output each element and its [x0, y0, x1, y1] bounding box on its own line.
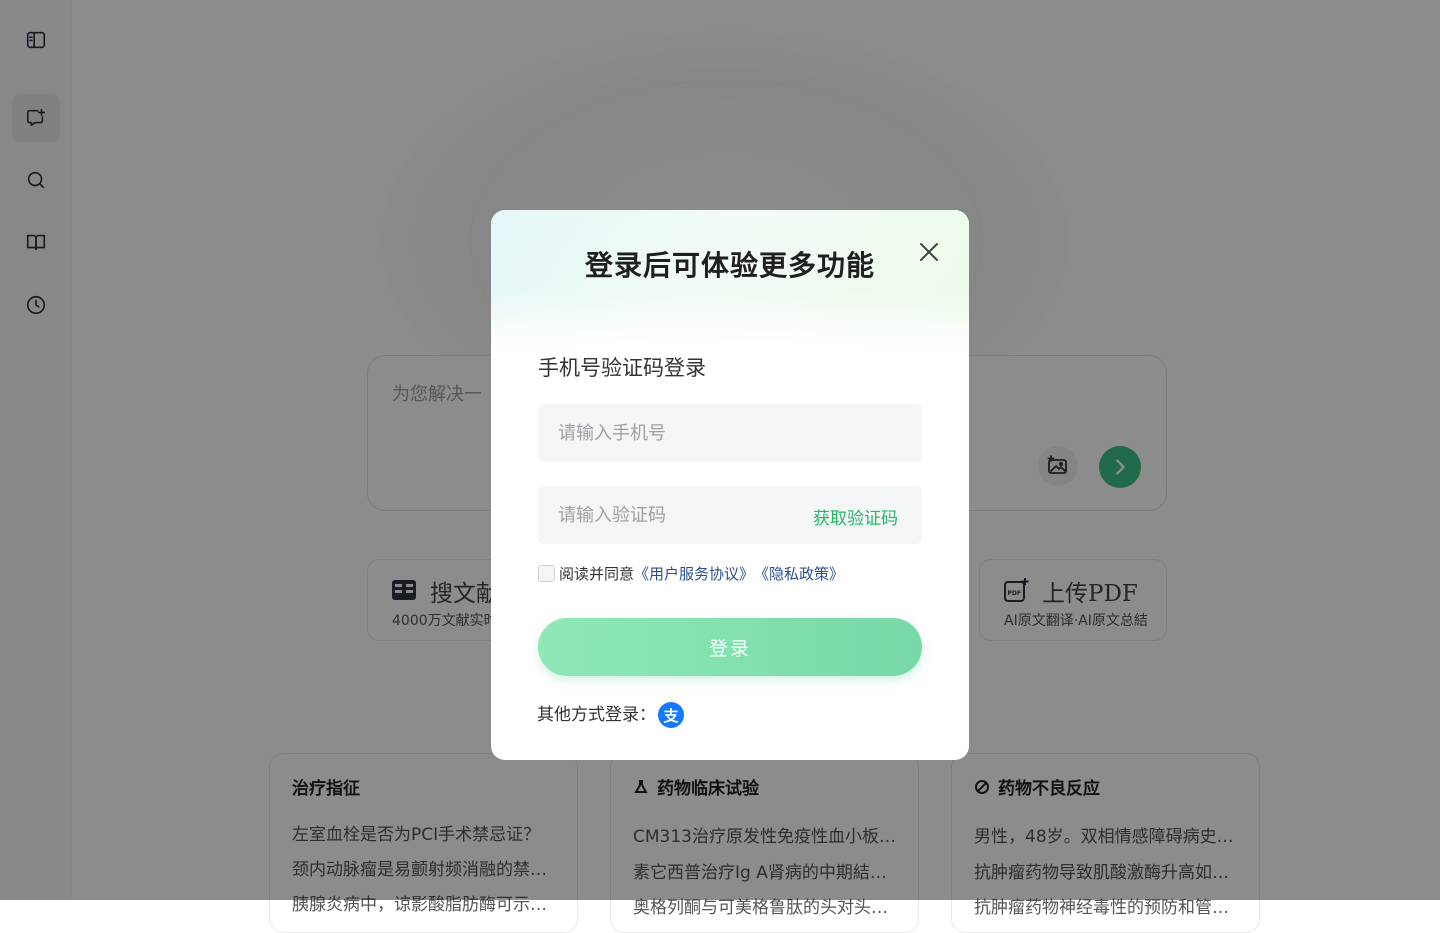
- login-button[interactable]: 登录: [538, 618, 922, 676]
- privacy-link[interactable]: 《隐私政策》: [754, 563, 844, 584]
- other-login-row: 其他方式登录： 支: [537, 696, 684, 728]
- agreement-text: 阅读并同意: [559, 565, 635, 583]
- alipay-icon[interactable]: 支: [658, 702, 684, 728]
- modal-title: 登录后可体验更多功能: [584, 249, 875, 282]
- agreement-row: 阅读并同意 《用户服务协议》 《隐私政策》: [538, 563, 844, 584]
- close-button[interactable]: [915, 238, 943, 266]
- other-login-label: 其他方式登录：: [537, 704, 656, 725]
- login-method-heading: 手机号验证码登录: [538, 356, 706, 380]
- get-code-button[interactable]: 获取验证码: [813, 504, 898, 529]
- agreement-checkbox[interactable]: [538, 565, 555, 582]
- terms-link[interactable]: 《用户服务协议》: [634, 563, 754, 584]
- close-icon: [920, 243, 938, 261]
- login-modal: 登录后可体验更多功能 手机号验证码登录 获取验证码 阅读并同意 《用户服务协议》…: [491, 210, 969, 760]
- phone-input[interactable]: [538, 404, 922, 462]
